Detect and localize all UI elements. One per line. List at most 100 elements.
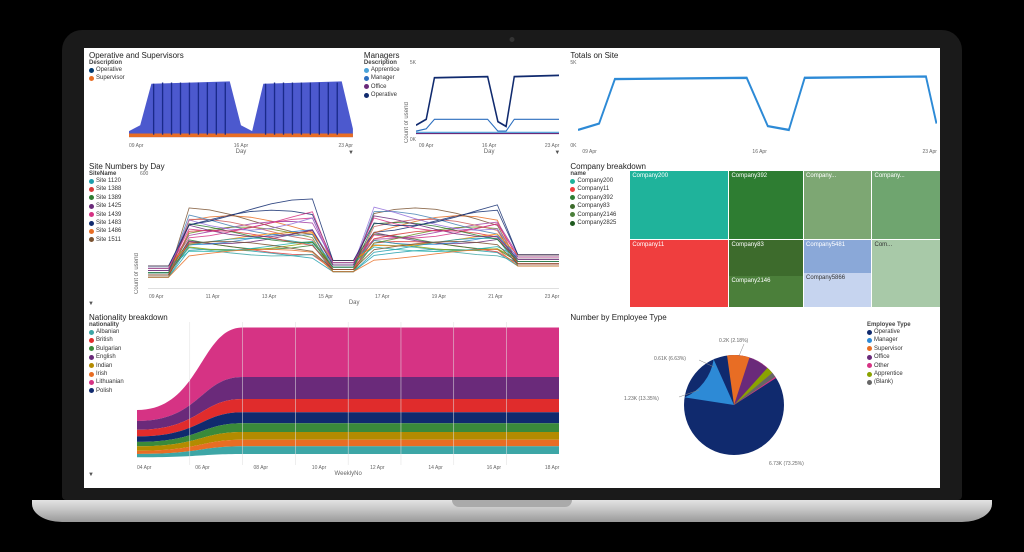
tile-operative-supervisors[interactable]: Operative and Supervisors Description Op… — [84, 48, 358, 158]
legend-swatch — [89, 388, 94, 393]
legend-swatch — [867, 372, 872, 377]
legend-label-text: Apprentice — [371, 66, 400, 74]
legend-label-text: Site 1483 — [96, 219, 121, 227]
x-axis-label: Day — [149, 300, 559, 306]
legend-item[interactable]: Operative — [89, 66, 129, 74]
tree-cell[interactable]: Company... — [872, 171, 939, 239]
legend-item[interactable]: Other — [867, 362, 937, 370]
legend-label-text: Company2825 — [577, 219, 616, 227]
pie-label: 1.23K (13.35%) — [624, 396, 659, 402]
legend-item[interactable]: Operative — [867, 328, 937, 336]
legend-item[interactable]: Irish — [89, 370, 137, 378]
legend-item[interactable]: Site 1120 — [89, 177, 134, 185]
legend-item[interactable]: (Blank) — [867, 378, 937, 386]
legend-swatch — [570, 187, 575, 192]
legend-label-text: (Blank) — [874, 378, 893, 386]
legend-item[interactable]: Manager — [364, 74, 404, 82]
legend-item[interactable]: Polish — [89, 387, 137, 395]
chart-totals — [578, 60, 937, 149]
tree-cell[interactable]: Com... — [872, 240, 939, 308]
legend-item[interactable]: Company2825 — [570, 219, 630, 227]
y-tick: 0K — [570, 143, 576, 149]
legend-company: Company200Company11Company392Company83Co… — [570, 177, 630, 227]
legend-label-text: Company11 — [577, 185, 609, 193]
legend-swatch — [89, 179, 94, 184]
legend-item[interactable]: Indian — [89, 362, 137, 370]
legend-item[interactable]: Site 1388 — [89, 185, 134, 193]
chevron-down-icon[interactable]: ▼ — [88, 301, 94, 307]
legend-item[interactable]: Site 1483 — [89, 219, 134, 227]
laptop-mockup: Operative and Supervisors Description Op… — [62, 30, 962, 522]
tile-company-breakdown[interactable]: Company breakdown name Company200Company… — [565, 159, 940, 309]
tile-totals-on-site[interactable]: Totals on Site 5K 0K 09 Apr16 Apr23 Apr — [565, 48, 940, 158]
legend-item[interactable]: Operative — [364, 91, 404, 99]
legend-label-text: Bulgarian — [96, 345, 121, 353]
tile-site-numbers-by-day[interactable]: Site Numbers by Day SiteName Site 1120Si… — [84, 159, 564, 309]
tree-cell[interactable]: Company5866 — [804, 273, 871, 307]
legend-swatch — [89, 372, 94, 377]
legend-label-text: Lithuanian — [96, 378, 124, 386]
legend-sites: Site 1120Site 1388Site 1389Site 1425Site… — [89, 177, 134, 244]
legend-label-text: British — [96, 336, 113, 344]
chevron-down-icon[interactable]: ▼ — [348, 150, 354, 156]
legend-item[interactable]: Office — [867, 353, 937, 361]
legend-label-text: Manager — [371, 74, 395, 82]
legend-swatch — [364, 68, 369, 73]
legend-label-text: Site 1389 — [96, 194, 121, 202]
legend-item[interactable]: British — [89, 336, 137, 344]
tree-cell[interactable]: Company... — [804, 171, 871, 239]
legend-item[interactable]: English — [89, 353, 137, 361]
legend-swatch — [89, 346, 94, 351]
legend-item[interactable]: Site 1439 — [89, 211, 134, 219]
chart-nationality — [137, 322, 559, 465]
legend-item[interactable]: Site 1511 — [89, 236, 134, 244]
legend-label-text: Site 1120 — [96, 177, 121, 185]
chevron-down-icon[interactable]: ▼ — [554, 150, 560, 156]
legend-label-text: Site 1486 — [96, 227, 121, 235]
legend-item[interactable]: Apprentice — [867, 370, 937, 378]
legend-item[interactable]: Manager — [867, 336, 937, 344]
legend-item[interactable]: Supervisor — [89, 74, 129, 82]
tree-cell[interactable]: Company11 — [630, 240, 728, 308]
legend-item[interactable]: Office — [364, 83, 404, 91]
tile-title: Site Numbers by Day — [89, 162, 559, 171]
chevron-down-icon[interactable]: ▼ — [88, 472, 94, 478]
chart-siteday — [148, 171, 559, 294]
x-tick: 16 Apr — [752, 149, 766, 155]
tile-managers[interactable]: Managers Description ApprenticeManagerOf… — [359, 48, 564, 158]
y-tick: 600 — [140, 171, 148, 294]
legend-item[interactable]: Site 1389 — [89, 194, 134, 202]
legend-item[interactable]: Company392 — [570, 194, 630, 202]
legend-item[interactable]: Company83 — [570, 202, 630, 210]
legend-item[interactable]: Site 1486 — [89, 227, 134, 235]
legend-managers: ApprenticeManagerOfficeOperative — [364, 66, 404, 100]
tile-number-by-employee-type[interactable]: Number by Employee Type — [565, 310, 940, 480]
tile-title: Totals on Site — [570, 51, 937, 60]
tree-cell[interactable]: Company392 — [729, 171, 803, 239]
legend-label-text: English — [96, 353, 116, 361]
legend-label-text: Site 1511 — [96, 236, 121, 244]
legend-item[interactable]: Company2146 — [570, 211, 630, 219]
tree-cell[interactable]: Company200 — [630, 171, 728, 239]
legend-swatch — [89, 380, 94, 385]
legend-item[interactable]: Albanian — [89, 328, 137, 336]
legend-swatch — [570, 221, 575, 226]
chart-ops — [129, 60, 353, 143]
tile-nationality-breakdown[interactable]: Nationality breakdown nationality Albani… — [84, 310, 564, 480]
legend-emptype: OperativeManagerSupervisorOfficeOtherApp… — [867, 328, 937, 387]
legend-item[interactable]: Site 1425 — [89, 202, 134, 210]
legend-swatch — [89, 330, 94, 335]
legend-item[interactable]: Supervisor — [867, 345, 937, 353]
tile-title: Number by Employee Type — [570, 313, 937, 322]
legend-swatch — [89, 221, 94, 226]
legend-item[interactable]: Apprentice — [364, 66, 404, 74]
laptop-base — [32, 500, 992, 522]
legend-item[interactable]: Company11 — [570, 185, 630, 193]
legend-item[interactable]: Company200 — [570, 177, 630, 185]
tree-cell[interactable]: Company2146 — [729, 276, 803, 307]
treemap-company: Company200 Company11 Company392 Company8… — [630, 171, 937, 306]
legend-swatch — [89, 187, 94, 192]
legend-item[interactable]: Bulgarian — [89, 345, 137, 353]
legend-ops: OperativeSupervisor — [89, 66, 129, 83]
legend-item[interactable]: Lithuanian — [89, 378, 137, 386]
